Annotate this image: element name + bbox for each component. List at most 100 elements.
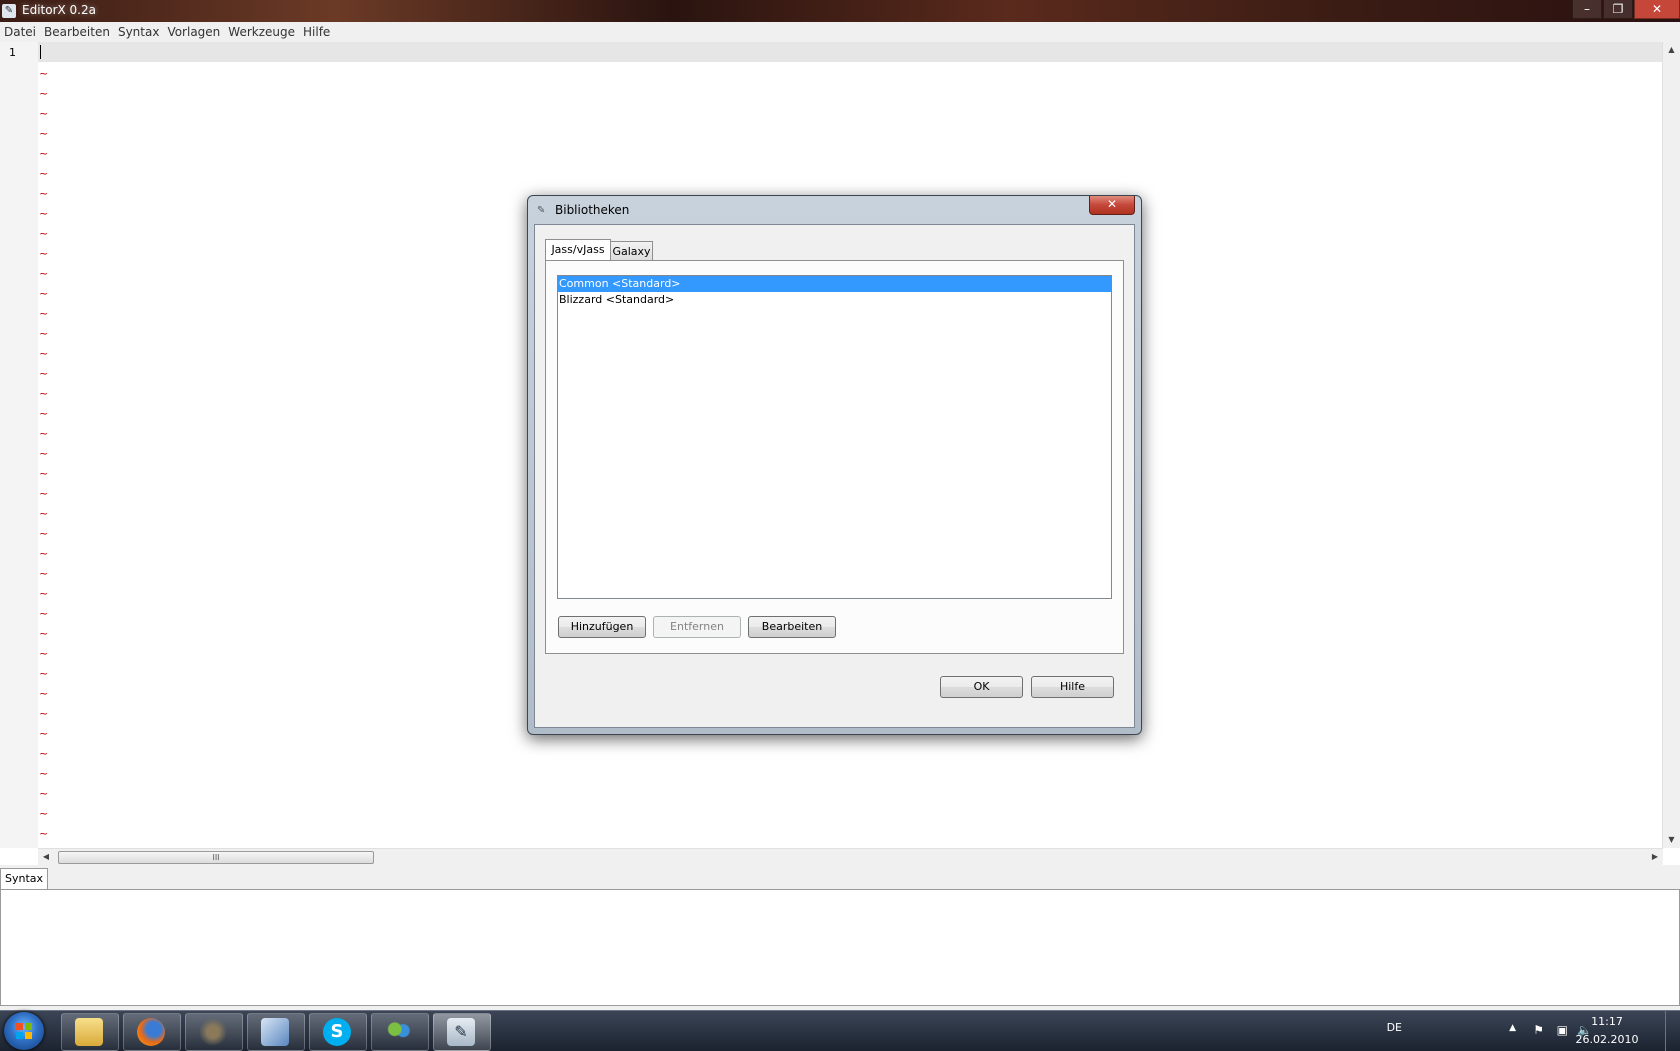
empty-line-marker: ~: [39, 827, 49, 840]
tab-jass-vjass[interactable]: Jass/vJass: [545, 239, 611, 262]
empty-line-marker: ~: [39, 67, 49, 80]
clock-date[interactable]: 26.02.2010: [1572, 1033, 1642, 1046]
text-caret: [40, 45, 41, 59]
empty-line-marker: ~: [39, 787, 49, 800]
menu-vorlagen[interactable]: Vorlagen: [163, 22, 224, 42]
dialog-title: Bibliotheken: [555, 203, 630, 217]
app-icon: ✎: [2, 4, 16, 18]
empty-line-marker: ~: [39, 287, 49, 300]
empty-line-marker: ~: [39, 247, 49, 260]
tab-galaxy[interactable]: Galaxy: [610, 241, 653, 262]
line-number-gutter: 1: [0, 42, 38, 848]
empty-line-marker: ~: [39, 107, 49, 120]
taskbar-virtualbox[interactable]: [247, 1013, 305, 1051]
empty-line-marker: ~: [39, 127, 49, 140]
menu-bearbeiten[interactable]: Bearbeiten: [40, 22, 114, 42]
empty-line-marker: ~: [39, 447, 49, 460]
horizontal-scroll-thumb[interactable]: III: [58, 851, 374, 864]
cube-icon: [261, 1018, 289, 1046]
help-button[interactable]: Hilfe: [1031, 676, 1114, 698]
maximize-button[interactable]: ❐: [1603, 0, 1633, 19]
empty-line-marker: ~: [39, 547, 49, 560]
empty-line-marker: ~: [39, 727, 49, 740]
menu-hilfe[interactable]: Hilfe: [299, 22, 334, 42]
empty-line-marker: ~: [39, 667, 49, 680]
taskbar-messenger[interactable]: [371, 1013, 429, 1051]
taskbar: S ✎ DE ▲ ⚑ ▣ 🔈 11:17 26.02.2010: [0, 1010, 1680, 1051]
menu-datei[interactable]: Datei: [0, 22, 40, 42]
empty-line-marker: ~: [39, 307, 49, 320]
close-button[interactable]: ✕: [1634, 0, 1680, 19]
window-controls: – ❐ ✕: [1571, 0, 1680, 20]
libraries-dialog: ✎ Bibliotheken ✕ Jass/vJass Galaxy Commo…: [527, 195, 1142, 735]
empty-line-marker: ~: [39, 367, 49, 380]
empty-line-markers: ~ ~ ~ ~ ~ ~ ~ ~ ~ ~ ~ ~ ~ ~ ~ ~ ~ ~ ~ ~ ~ ~ ~ ~ ~ ~ ~ ~ ~ ~ ~ ~ ~ ~ ~ ~ ~ ~ ~: [39, 64, 48, 844]
library-item-blizzard[interactable]: Blizzard <Standard>: [558, 292, 1111, 308]
empty-line-marker: ~: [39, 387, 49, 400]
show-hidden-icons-icon[interactable]: ▲: [1509, 1023, 1516, 1033]
minimize-button[interactable]: –: [1572, 0, 1602, 19]
empty-line-marker: ~: [39, 647, 49, 660]
scroll-up-icon[interactable]: ▲: [1663, 42, 1680, 58]
current-line-highlight: [38, 42, 1663, 62]
add-button[interactable]: Hinzufügen: [558, 616, 646, 638]
windows-logo-icon: [16, 1023, 32, 1039]
menu-syntax[interactable]: Syntax: [114, 22, 163, 42]
taskbar-explorer[interactable]: [61, 1013, 119, 1051]
empty-line-marker: ~: [39, 487, 49, 500]
menu-werkzeuge[interactable]: Werkzeuge: [224, 22, 299, 42]
scroll-right-icon[interactable]: ▶: [1647, 849, 1663, 865]
empty-line-marker: ~: [39, 467, 49, 480]
empty-line-marker: ~: [39, 207, 49, 220]
scroll-down-icon[interactable]: ▼: [1663, 832, 1680, 848]
taskbar-skype[interactable]: S: [309, 1013, 367, 1051]
empty-line-marker: ~: [39, 627, 49, 640]
taskbar-gimp[interactable]: [185, 1013, 243, 1051]
edit-button[interactable]: Bearbeiten: [748, 616, 836, 638]
taskbar-editorx[interactable]: ✎: [433, 1013, 491, 1051]
empty-line-marker: ~: [39, 227, 49, 240]
library-item-common[interactable]: Common <Standard>: [558, 276, 1111, 292]
empty-line-marker: ~: [39, 267, 49, 280]
system-tray: DE ▲ ⚑ ▣ 🔈 11:17 26.02.2010: [1360, 1011, 1680, 1051]
empty-line-marker: ~: [39, 587, 49, 600]
remove-button[interactable]: Entfernen: [653, 616, 741, 638]
clock-time[interactable]: 11:17: [1572, 1015, 1642, 1028]
bottom-panel: Syntax: [0, 865, 1680, 1010]
empty-line-marker: ~: [39, 507, 49, 520]
show-desktop-button[interactable]: [1665, 1011, 1680, 1051]
title-bar: ✎ EditorX 0.2a – ❐ ✕: [0, 0, 1680, 22]
dialog-close-button[interactable]: ✕: [1089, 196, 1135, 215]
empty-line-marker: ~: [39, 407, 49, 420]
menu-bar: Datei Bearbeiten Syntax Vorlagen Werkzeuge Hi…: [0, 22, 1680, 43]
dialog-app-icon: ✎: [537, 205, 546, 216]
empty-line-marker: ~: [39, 767, 49, 780]
syntax-output-area[interactable]: [0, 889, 1680, 1006]
empty-line-marker: ~: [39, 327, 49, 340]
horizontal-scrollbar[interactable]: ◀ III ▶: [38, 848, 1663, 865]
editorx-icon: ✎: [447, 1018, 475, 1046]
empty-line-marker: ~: [39, 527, 49, 540]
empty-line-marker: ~: [39, 167, 49, 180]
empty-line-marker: ~: [39, 87, 49, 100]
messenger-icon: [385, 1018, 413, 1046]
empty-line-marker: ~: [39, 707, 49, 720]
dialog-body: Jass/vJass Galaxy Common <Standard> Bliz…: [534, 224, 1135, 728]
action-center-flag-icon[interactable]: ⚑: [1533, 1023, 1544, 1037]
empty-line-marker: ~: [39, 187, 49, 200]
firefox-icon: [137, 1018, 165, 1046]
network-icon[interactable]: ▣: [1557, 1023, 1568, 1037]
language-indicator[interactable]: DE: [1387, 1021, 1402, 1034]
taskbar-firefox[interactable]: [123, 1013, 181, 1051]
folder-icon: [75, 1018, 103, 1046]
skype-icon: S: [323, 1018, 351, 1046]
empty-line-marker: ~: [39, 147, 49, 160]
ok-button[interactable]: OK: [940, 676, 1023, 698]
vertical-scrollbar[interactable]: ▲ ▼: [1662, 42, 1680, 848]
library-list[interactable]: Common <Standard> Blizzard <Standard>: [557, 275, 1112, 599]
empty-line-marker: ~: [39, 747, 49, 760]
tab-syntax[interactable]: Syntax: [0, 868, 48, 889]
empty-line-marker: ~: [39, 687, 49, 700]
scroll-left-icon[interactable]: ◀: [38, 849, 54, 865]
start-button[interactable]: [4, 1012, 44, 1050]
